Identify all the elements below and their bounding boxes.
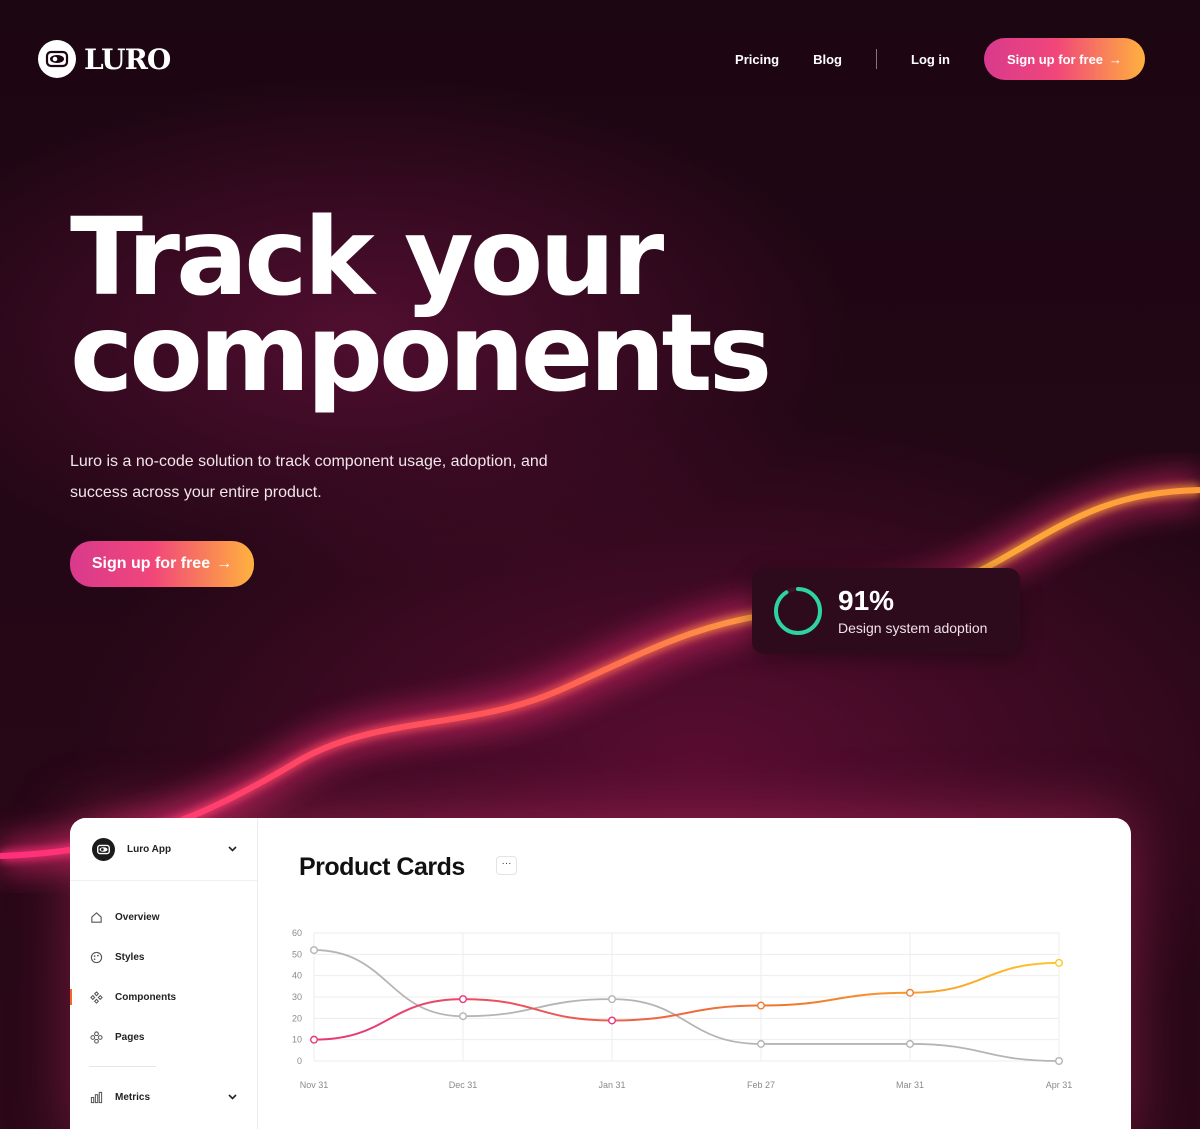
nav-links: Pricing Blog Log in Sign up for free → [701, 38, 1145, 80]
hero-title-line-2: components [70, 292, 772, 416]
workspace-name: Luro App [127, 843, 172, 855]
bar-chart-icon [89, 1090, 103, 1104]
series-1-point [310, 946, 319, 955]
home-icon [89, 910, 103, 924]
series-line-1 [313, 949, 1060, 1062]
x-tick-label: Dec 31 [449, 1080, 478, 1090]
palette-icon [89, 950, 103, 964]
usage-line-chart: 60 50 40 30 20 10 0 Nov 31 Dec 31 Jan 31 Feb 27 Mar… [292, 928, 1073, 1090]
top-nav: LURO Pricing Blog Log in Sign up for fre… [38, 38, 1145, 80]
nav-link-blog[interactable]: Blog [813, 52, 842, 67]
components-icon [89, 990, 103, 1004]
series-2-point [458, 995, 467, 1004]
series-1-point [458, 1012, 467, 1021]
sidebar-item-styles[interactable]: Styles [70, 937, 257, 977]
sidebar-item-components[interactable]: Components [70, 977, 257, 1017]
nav-divider [876, 49, 877, 69]
workspace-switcher[interactable]: Luro App [70, 818, 257, 881]
y-tick-label: 40 [292, 971, 302, 981]
hero-subtitle-line-2: success across your entire product. [70, 484, 322, 501]
sidebar-item-pages[interactable]: Pages [70, 1017, 257, 1057]
arrow-right-icon: → [1109, 51, 1123, 67]
x-tick-label: Feb 27 [747, 1080, 775, 1090]
app-preview: Luro App Overview Styles Components Page… [70, 818, 1131, 1129]
series-2-point [310, 1035, 319, 1044]
series-1-point [757, 1039, 766, 1048]
hero-subtitle-line-1: Luro is a no-code solution to track comp… [70, 453, 548, 470]
series-1-point [1055, 1056, 1064, 1065]
x-tick-label: Nov 31 [300, 1080, 329, 1090]
sidebar-item-label: Pages [115, 1031, 145, 1043]
sidebar-item-label: Overview [115, 911, 160, 923]
y-tick-label: 0 [297, 1056, 302, 1066]
series-2-point [906, 988, 915, 997]
hero-signup-label: Sign up for free [91, 555, 211, 572]
x-tick-label: Jan 31 [598, 1080, 625, 1090]
series-2-point [1055, 958, 1064, 967]
luro-eye-icon [38, 40, 76, 78]
series-line-2 [313, 961, 1060, 1041]
series-2-point [608, 1016, 617, 1025]
nav-signup-button[interactable]: Sign up for free → [984, 38, 1145, 80]
y-tick-label: 50 [292, 949, 302, 959]
y-tick-label: 20 [292, 1013, 302, 1023]
x-tick-label: Apr 31 [1046, 1080, 1073, 1090]
sidebar-item-label: Metrics [115, 1091, 151, 1103]
sidebar-item-label: Components [115, 991, 177, 1003]
sidebar-divider [89, 1066, 156, 1067]
app-sidebar: Luro App Overview Styles Components Page… [70, 818, 258, 1129]
sidebar-item-label: Styles [115, 951, 145, 963]
series-1-point [906, 1039, 915, 1048]
stat-label: Design system adoption [838, 620, 988, 636]
x-tick-label: Mar 31 [896, 1080, 924, 1090]
series-2-point [757, 1001, 766, 1010]
nav-link-pricing[interactable]: Pricing [735, 52, 779, 67]
progress-ring [774, 587, 822, 635]
brand-logo[interactable]: LURO [38, 40, 171, 78]
hero-title: Track your components [70, 205, 772, 416]
sidebar-item-overview[interactable]: Overview [70, 897, 257, 937]
arrow-right-icon: → [216, 555, 233, 572]
workspace-logo-icon [92, 837, 115, 861]
hero-signup-button[interactable]: Sign up for free → [70, 541, 254, 587]
brand-name: LURO [84, 42, 171, 76]
y-tick-label: 60 [292, 928, 302, 938]
stat-value: 91% [838, 585, 895, 616]
adoption-stat-card: 91% Design system adoption [752, 568, 1020, 654]
series-1-point [608, 995, 617, 1004]
hero-subtitle: Luro is a no-code solution to track comp… [70, 446, 590, 508]
y-tick-label: 10 [292, 1035, 302, 1045]
sidebar-item-metrics[interactable]: Metrics [70, 1077, 257, 1117]
sidebar-nav: Overview Styles Components Pages Metrics [70, 881, 257, 1117]
chevron-down-icon [228, 1092, 237, 1103]
pages-icon [89, 1030, 103, 1044]
y-tick-label: 30 [292, 992, 302, 1002]
app-main: Product Cards ··· 60 50 40 30 20 10 0 Nov 31 Dec… [258, 818, 1131, 1129]
chevron-down-icon [228, 844, 237, 855]
login-link[interactable]: Log in [911, 52, 950, 67]
nav-signup-label: Sign up for free [1006, 51, 1104, 67]
